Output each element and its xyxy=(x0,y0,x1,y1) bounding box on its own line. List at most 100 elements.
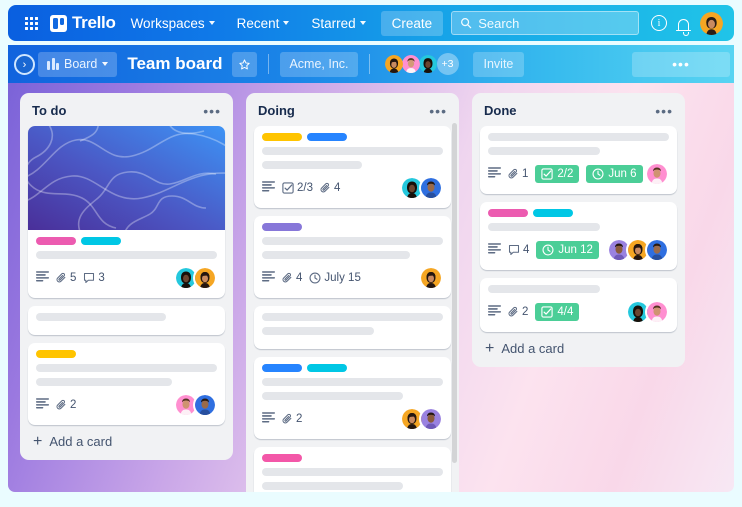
checklist-icon xyxy=(541,306,554,318)
invite-button[interactable]: Invite xyxy=(472,51,525,77)
description-badge xyxy=(36,269,49,287)
card-title-placeholder xyxy=(488,285,601,293)
description-badge xyxy=(262,269,275,287)
avatar[interactable] xyxy=(700,11,723,35)
checklist-complete-badge[interactable]: 4/4 xyxy=(535,303,580,321)
create-button[interactable]: Create xyxy=(380,10,444,36)
card-label[interactable] xyxy=(262,223,302,231)
search-input[interactable]: Search xyxy=(451,11,639,35)
checklist-complete-badge[interactable]: 2/2 xyxy=(535,165,580,183)
card[interactable]: 2 xyxy=(254,357,451,439)
card-badges: 2/3 4 xyxy=(262,179,340,197)
card-label[interactable] xyxy=(307,364,347,372)
card-footer: 2 xyxy=(36,393,217,417)
card-body: 4 Jun 12 xyxy=(480,202,677,270)
due-date-icon xyxy=(542,244,554,256)
card[interactable]: 44 xyxy=(254,447,451,492)
avatar[interactable] xyxy=(645,162,669,186)
card-labels xyxy=(36,350,217,358)
apps-grid-icon[interactable] xyxy=(22,14,40,32)
list-column-done: Done ••• 1 2/2 Jun 6 4 Jun 12 2 4/4 + Add a card xyxy=(472,93,685,367)
card-members xyxy=(174,266,217,290)
checklist-icon xyxy=(541,168,554,180)
date-complete-badge[interactable]: Jun 12 xyxy=(536,241,599,259)
card-label[interactable] xyxy=(488,209,528,217)
card[interactable] xyxy=(254,306,451,349)
due-date-badge: July 15 xyxy=(309,272,361,284)
workspace-button[interactable]: Acme, Inc. xyxy=(280,51,358,77)
nav-starred[interactable]: Starred xyxy=(304,11,372,36)
info-icon[interactable]: i xyxy=(651,15,667,31)
card[interactable] xyxy=(28,306,225,335)
card-members xyxy=(400,407,443,431)
brand-name: Trello xyxy=(72,13,116,32)
attachment-badge: 5 xyxy=(56,272,76,284)
card[interactable]: 4 Jun 12 xyxy=(480,202,677,270)
avatar[interactable] xyxy=(193,393,217,417)
card-label[interactable] xyxy=(533,209,573,217)
avatar[interactable] xyxy=(645,300,669,324)
board-view-switcher[interactable]: Board xyxy=(38,51,118,77)
trello-logo[interactable]: Trello xyxy=(50,13,116,33)
board-menu-button[interactable]: ••• xyxy=(632,51,730,77)
card-label[interactable] xyxy=(36,350,76,358)
card[interactable]: 53 xyxy=(28,126,225,298)
card-badges: 4 Jun 12 xyxy=(488,241,599,259)
comment-badge: 4 xyxy=(508,244,529,256)
attachment-badge: 2 xyxy=(282,413,302,425)
description-icon xyxy=(262,181,275,192)
avatar[interactable] xyxy=(193,266,217,290)
avatar[interactable] xyxy=(383,53,405,75)
card-label[interactable] xyxy=(262,454,302,462)
date-badge-text: Jun 12 xyxy=(558,244,593,256)
card[interactable]: 4 July 15 xyxy=(254,216,451,298)
card-title-placeholder xyxy=(262,313,443,321)
nav-recent-label: Recent xyxy=(236,15,280,31)
card-body: 2 xyxy=(254,357,451,439)
header-divider xyxy=(268,54,270,74)
card-label[interactable] xyxy=(262,364,302,372)
card[interactable]: 1 2/2 Jun 6 xyxy=(480,126,677,194)
card-label[interactable] xyxy=(307,133,347,141)
star-board-button[interactable] xyxy=(232,51,258,77)
card-label[interactable] xyxy=(262,133,302,141)
card-body xyxy=(28,306,225,335)
card-members xyxy=(174,393,217,417)
search-icon xyxy=(461,18,472,29)
avatar[interactable] xyxy=(419,176,443,200)
card[interactable]: 2 4/4 xyxy=(480,278,677,332)
sidebar-toggle-button[interactable]: › xyxy=(14,54,35,75)
list-menu-button[interactable]: ••• xyxy=(429,104,447,118)
nav-recent[interactable]: Recent xyxy=(230,11,297,36)
add-card-button[interactable]: + Add a card xyxy=(480,332,677,359)
attachment-badge: 1 xyxy=(508,168,528,180)
card-title-placeholder xyxy=(262,161,362,169)
add-card-button[interactable]: + Add a card xyxy=(28,425,225,452)
list-menu-button[interactable]: ••• xyxy=(203,104,221,118)
card-list: 53 2 xyxy=(28,126,225,425)
card-title-placeholder xyxy=(488,147,601,155)
card-title-placeholder xyxy=(36,378,172,386)
description-badge xyxy=(488,241,501,259)
due-date-icon xyxy=(309,272,321,284)
card-label[interactable] xyxy=(36,237,76,245)
card-title-placeholder xyxy=(262,251,411,259)
card-labels xyxy=(262,223,443,231)
avatar[interactable] xyxy=(419,266,443,290)
comment-count: 4 xyxy=(523,244,530,256)
list-scrollbar[interactable] xyxy=(452,123,457,463)
bell-icon[interactable] xyxy=(676,18,691,36)
attachment-icon xyxy=(320,182,330,193)
attachment-badge: 4 xyxy=(282,272,302,284)
nav-workspaces[interactable]: Workspaces xyxy=(124,11,222,36)
avatar[interactable] xyxy=(645,238,669,262)
card[interactable]: 2 xyxy=(28,343,225,425)
date-complete-badge[interactable]: Jun 6 xyxy=(586,165,643,183)
card[interactable]: 2/3 4 xyxy=(254,126,451,208)
extra-members-badge[interactable]: +3 xyxy=(436,53,459,75)
avatar[interactable] xyxy=(419,407,443,431)
list-menu-button[interactable]: ••• xyxy=(655,104,673,118)
card-members xyxy=(645,162,669,186)
card-members xyxy=(626,300,669,324)
card-label[interactable] xyxy=(81,237,121,245)
